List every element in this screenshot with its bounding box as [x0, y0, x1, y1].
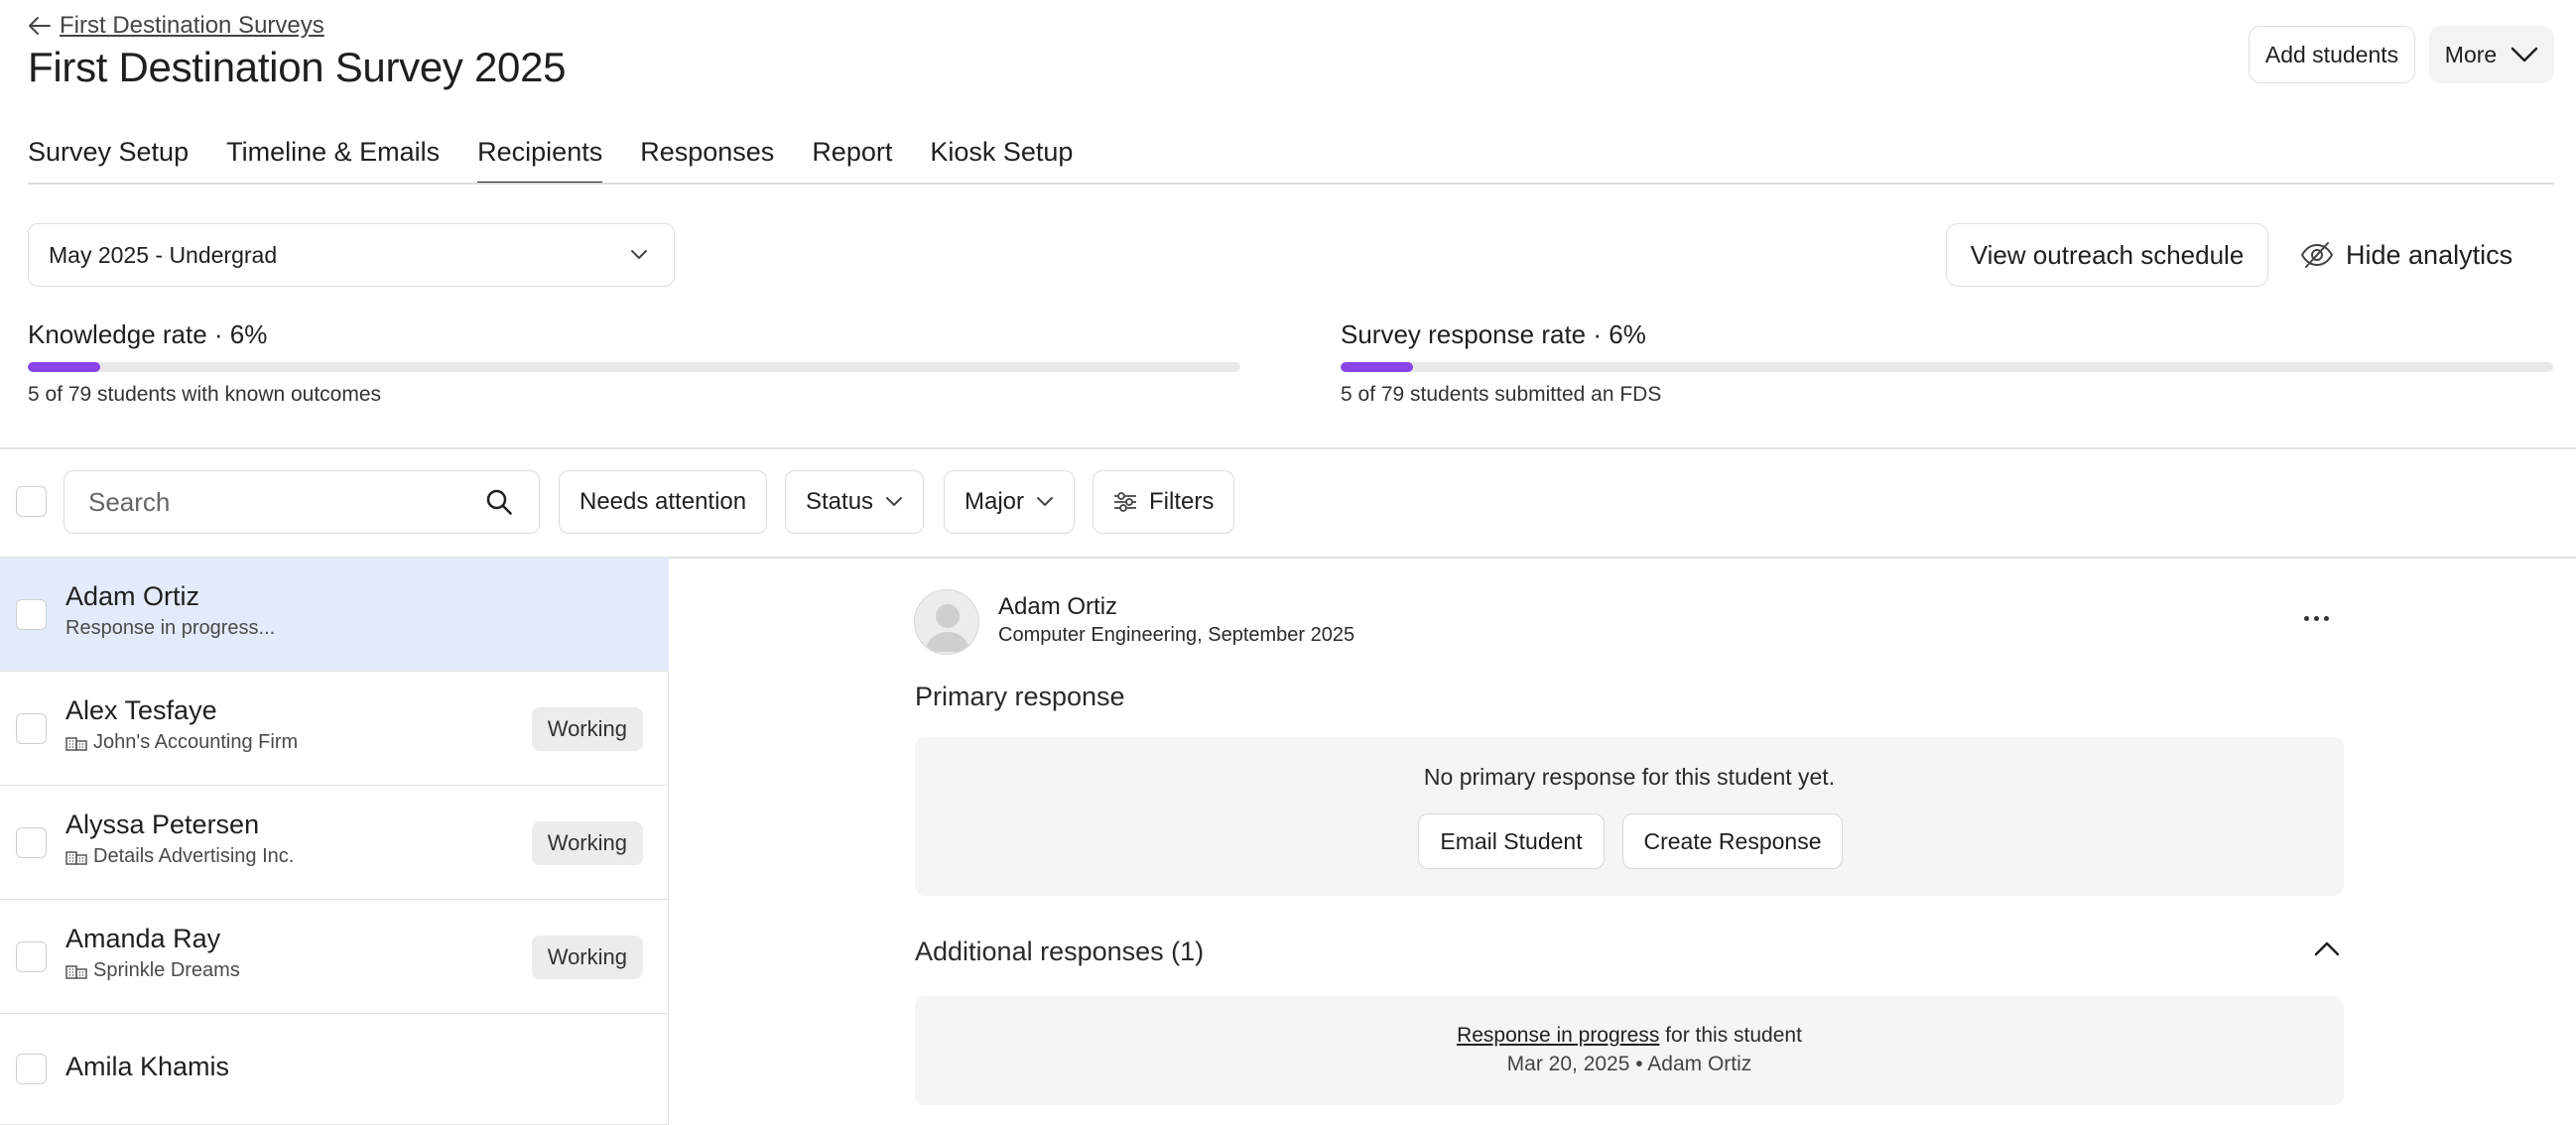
primary-response-heading: Primary response	[915, 682, 1125, 711]
avatar	[914, 589, 979, 655]
student-checkbox[interactable]	[16, 941, 47, 972]
back-link[interactable]: First Destination Surveys	[28, 12, 324, 40]
building-icon	[65, 849, 87, 865]
tab-responses[interactable]: Responses	[640, 137, 774, 185]
student-name: Alyssa Petersen	[65, 810, 260, 839]
additional-response-line: Response in progress for this student	[915, 1024, 2344, 1048]
needs-attention-filter[interactable]: Needs attention	[559, 470, 768, 534]
status-filter-label: Status	[806, 488, 874, 515]
chevron-up-icon[interactable]	[2313, 938, 2341, 958]
chevron-down-icon	[885, 496, 903, 508]
hide-analytics-button[interactable]: Hide analytics	[2300, 223, 2512, 287]
student-row[interactable]: Alex Tesfaye John's Accounting Firm Work…	[0, 672, 669, 786]
additional-response-panel: Response in progress for this student Ma…	[915, 996, 2344, 1105]
status-filter[interactable]: Status	[785, 470, 925, 534]
student-row[interactable]: Amila Khamis	[0, 1014, 669, 1125]
status-badge: Working	[531, 707, 643, 751]
student-employer: Details Advertising Inc.	[93, 845, 295, 867]
student-checkbox[interactable]	[16, 713, 47, 744]
tab-recipients[interactable]: Recipients	[477, 137, 603, 185]
view-outreach-schedule-button[interactable]: View outreach schedule	[1946, 223, 2268, 287]
create-response-button[interactable]: Create Response	[1622, 813, 1843, 869]
primary-response-panel: No primary response for this student yet…	[915, 737, 2344, 896]
student-subtitle: John's Accounting Firm	[65, 731, 298, 754]
knowledge-rate-subtitle: 5 of 79 students with known outcomes	[28, 383, 382, 406]
detail-student-subtitle: Computer Engineering, September 2025	[998, 624, 1355, 646]
needs-attention-label: Needs attention	[580, 488, 747, 515]
back-link-label[interactable]: First Destination Surveys	[60, 12, 324, 40]
arrow-left-icon	[28, 16, 52, 36]
student-subtitle: Details Advertising Inc.	[65, 845, 294, 868]
filters-label: Filters	[1149, 488, 1215, 515]
student-employer: Sprinkle Dreams	[93, 959, 240, 981]
status-badge: Working	[531, 821, 643, 865]
sliders-icon	[1113, 491, 1137, 513]
student-checkbox[interactable]	[16, 827, 47, 858]
additional-response-suffix: for this student	[1659, 1024, 1802, 1047]
student-name: Adam Ortiz	[65, 581, 200, 611]
knowledge-rate-title: Knowledge rate · 6%	[28, 319, 268, 349]
additional-responses-heading: Additional responses (1)	[915, 937, 1205, 966]
status-badge: Working	[531, 936, 643, 979]
survey-response-rate-fill	[1341, 362, 1414, 372]
filters-button[interactable]: Filters	[1093, 470, 1235, 534]
hide-analytics-label: Hide analytics	[2346, 239, 2513, 270]
student-subtitle: Sprinkle Dreams	[65, 959, 240, 982]
student-name: Amila Khamis	[65, 1052, 230, 1081]
eye-off-icon	[2300, 241, 2334, 269]
student-checkbox[interactable]	[16, 1054, 47, 1084]
survey-response-rate-subtitle: 5 of 79 students submitted an FDS	[1341, 383, 1662, 406]
additional-response-meta: Mar 20, 2025 • Adam Ortiz	[1506, 1053, 1752, 1075]
response-in-progress-link[interactable]: Response in progress	[1457, 1024, 1659, 1047]
student-name: Amanda Ray	[65, 924, 221, 953]
student-row[interactable]: Amanda Ray Sprinkle Dreams Working	[0, 900, 669, 1014]
tabs-divider	[28, 183, 2554, 185]
student-subtitle: Response in progress...	[65, 617, 275, 640]
student-list: Adam Ortiz Response in progress... Alex …	[0, 558, 669, 1125]
building-icon	[65, 963, 87, 979]
more-horizontal-icon[interactable]	[2298, 603, 2334, 633]
student-employer: John's Accounting Firm	[93, 731, 299, 753]
survey-response-rate-title: Survey response rate · 6%	[1341, 319, 1646, 349]
student-checkbox[interactable]	[16, 599, 47, 630]
primary-response-empty: No primary response for this student yet…	[1423, 764, 1836, 790]
tab-kiosk-setup[interactable]: Kiosk Setup	[930, 137, 1073, 185]
chevron-down-icon	[1036, 496, 1054, 508]
page-title: First Destination Survey 2025	[28, 44, 567, 90]
student-status-text: Response in progress...	[65, 617, 276, 639]
cohort-select[interactable]: May 2025 - Undergrad	[28, 223, 675, 287]
major-filter[interactable]: Major	[944, 470, 1076, 534]
more-button[interactable]: More	[2429, 26, 2554, 83]
cohort-select-value: May 2025 - Undergrad	[49, 241, 278, 268]
email-student-button[interactable]: Email Student	[1418, 813, 1605, 869]
tab-survey-setup[interactable]: Survey Setup	[28, 137, 189, 185]
tab-report[interactable]: Report	[812, 137, 892, 185]
add-students-button[interactable]: Add students	[2249, 26, 2415, 83]
student-row[interactable]: Alyssa Petersen Details Advertising Inc.…	[0, 786, 669, 900]
chevron-down-icon	[2511, 46, 2538, 63]
analytics-divider	[0, 447, 2576, 449]
more-button-label: More	[2444, 41, 2498, 67]
search-placeholder: Search	[88, 486, 171, 517]
search-input[interactable]: Search	[64, 470, 540, 534]
building-icon	[65, 735, 87, 751]
search-icon	[485, 488, 513, 516]
survey-response-rate-bar	[1341, 362, 2553, 372]
knowledge-rate-bar	[28, 362, 1240, 372]
detail-student-name: Adam Ortiz	[998, 593, 1118, 620]
select-all-checkbox[interactable]	[16, 486, 47, 517]
knowledge-rate-fill	[28, 362, 101, 372]
student-row[interactable]: Adam Ortiz Response in progress...	[0, 558, 669, 672]
tab-bar: Survey Setup Timeline & Emails Recipient…	[28, 137, 1073, 185]
chevron-down-icon	[630, 249, 648, 261]
student-name: Alex Tesfaye	[65, 695, 217, 725]
major-filter-label: Major	[965, 488, 1025, 515]
tab-timeline-emails[interactable]: Timeline & Emails	[226, 137, 440, 185]
